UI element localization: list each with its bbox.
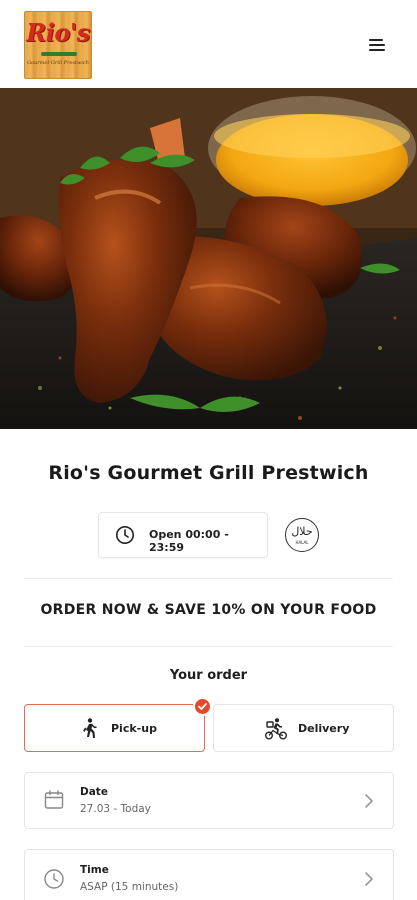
calendar-icon xyxy=(44,790,64,809)
hero-food-image xyxy=(0,88,417,429)
logo-tagline: Gourmet Grill Prestwich xyxy=(27,60,89,66)
halal-certified-icon: حلال HALAL xyxy=(285,518,319,552)
time-selector[interactable]: Time ASAP (15 minutes) xyxy=(24,849,394,900)
logo-stripe xyxy=(41,52,77,56)
restaurant-logo[interactable]: Rio's Gourmet Grill Prestwich xyxy=(24,11,92,79)
promo-banner: ORDER NOW & SAVE 10% ON YOUR FOOD xyxy=(40,602,377,618)
chevron-right-icon xyxy=(365,794,373,808)
app-header: Rio's Gourmet Grill Prestwich xyxy=(0,0,417,88)
bicycle-courier-icon xyxy=(265,718,287,740)
hamburger-menu-icon[interactable] xyxy=(366,36,388,54)
chevron-right-icon xyxy=(365,872,373,886)
pickup-label: Pick-up xyxy=(111,722,157,735)
logo-wordmark: Rio's xyxy=(26,18,90,47)
halal-badge-english: HALAL xyxy=(295,540,309,545)
clock-icon xyxy=(44,869,64,889)
opening-hours-text: Open 00:00 - 23:59 xyxy=(149,528,229,554)
order-heading: Your order xyxy=(169,668,248,683)
date-label: Date xyxy=(80,786,108,798)
walking-person-icon xyxy=(83,718,97,738)
delivery-option-button[interactable]: Delivery xyxy=(213,704,394,752)
time-value: ASAP (15 minutes) xyxy=(80,881,179,893)
divider xyxy=(24,646,393,647)
divider xyxy=(24,578,393,579)
date-selector[interactable]: Date 27.03 - Today xyxy=(24,772,394,829)
date-value: 27.03 - Today xyxy=(80,803,151,815)
clock-icon xyxy=(116,526,134,544)
time-label: Time xyxy=(80,864,109,876)
pickup-option-button[interactable]: Pick-up xyxy=(24,704,205,752)
halal-badge-arabic: حلال xyxy=(291,525,313,538)
delivery-label: Delivery xyxy=(298,722,350,735)
opening-hours-badge[interactable]: Open 00:00 - 23:59 xyxy=(98,512,268,558)
restaurant-name: Rio's Gourmet Grill Prestwich xyxy=(48,462,369,484)
selected-check-icon xyxy=(193,697,212,716)
